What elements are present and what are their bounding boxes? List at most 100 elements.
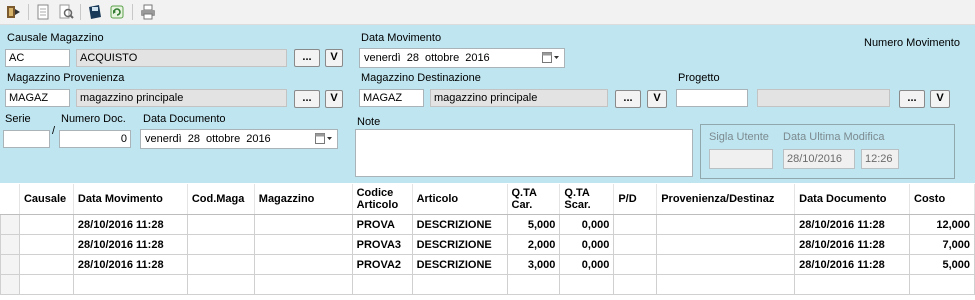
table-cell[interactable] [18,254,74,275]
table-cell[interactable] [506,274,561,295]
table-row[interactable]: 28/10/2016 11:28 PROVA3 DESCRIZIONE 2,000 0,… [0,234,975,255]
col-header-pd[interactable]: P/D [613,184,658,215]
table-row[interactable]: 28/10/2016 11:28 PROVA2 DESCRIZIONE 3,000 0,… [0,254,975,275]
progetto-code-input[interactable] [676,89,748,107]
table-cell[interactable]: 12,000 [909,214,975,235]
col-header-magazzino[interactable]: Magazzino [254,184,353,215]
table-cell[interactable] [613,234,658,255]
refresh-icon[interactable] [108,3,126,21]
table-cell[interactable] [559,274,615,295]
table-cell[interactable] [794,274,911,295]
table-cell[interactable] [656,254,796,275]
table-cell[interactable] [72,274,188,295]
table-cell[interactable] [411,274,508,295]
calendar-dropdown-icon[interactable] [315,133,333,145]
table-cell[interactable]: DESCRIZIONE [411,214,508,235]
progetto-validate-button[interactable]: V [930,90,950,108]
magazzino-provenienza-validate-button[interactable]: V [325,90,343,108]
row-header[interactable] [0,234,20,255]
table-cell[interactable] [18,274,74,295]
table-cell[interactable]: 5,000 [506,214,561,235]
causale-code-input[interactable]: AC [5,49,70,67]
table-cell[interactable] [656,234,796,255]
movement-form: Causale Magazzino AC ACQUISTO ... V Data… [0,25,975,183]
causale-validate-button[interactable]: V [325,49,343,67]
table-cell[interactable]: 28/10/2016 11:28 [794,234,911,255]
note-textarea[interactable] [355,129,693,177]
col-header-qta-scar[interactable]: Q.TA Scar. [559,184,615,215]
table-cell[interactable]: 0,000 [559,214,615,235]
exit-icon[interactable] [5,3,23,21]
table-cell[interactable]: 28/10/2016 11:28 [794,214,911,235]
table-cell[interactable] [909,274,975,295]
table-cell[interactable]: 28/10/2016 11:28 [794,254,911,275]
table-cell[interactable] [253,214,353,235]
table-cell[interactable]: PROVA3 [351,234,413,255]
table-cell[interactable] [186,234,255,255]
table-cell[interactable]: PROVA2 [351,254,413,275]
data-movimento-picker[interactable]: venerdì 28 ottobre 2016 [359,48,565,68]
progetto-label: Progetto [678,72,720,84]
table-cell[interactable] [656,274,796,295]
table-cell[interactable] [613,254,658,275]
table-cell[interactable]: 0,000 [559,234,615,255]
new-document-icon[interactable] [34,3,52,21]
row-header[interactable] [0,254,20,275]
calendar-dropdown-icon[interactable] [542,52,560,64]
col-header-cod-maga[interactable]: Cod.Maga [187,184,255,215]
table-cell[interactable] [186,214,255,235]
col-header-codice-articolo[interactable]: Codice Articolo [352,184,413,215]
magazzino-provenienza-code-input[interactable]: MAGAZ [5,89,70,107]
table-cell[interactable]: PROVA [351,214,413,235]
data-documento-day: 28 [187,133,200,145]
table-cell[interactable] [656,214,796,235]
table-cell[interactable]: DESCRIZIONE [411,234,508,255]
table-row[interactable] [0,274,975,295]
sigla-utente-field [709,149,773,169]
table-cell[interactable] [613,274,658,295]
col-header-causale[interactable]: Causale [19,184,74,215]
table-cell[interactable] [253,274,353,295]
search-document-icon[interactable] [57,3,75,21]
table-row[interactable]: 28/10/2016 11:28 PROVA DESCRIZIONE 5,000 0,0… [0,214,975,235]
serie-label: Serie [5,113,31,125]
numero-doc-input[interactable]: 0 [59,130,131,148]
table-cell[interactable] [253,234,353,255]
magazzino-provenienza-browse-button[interactable]: ... [294,90,320,108]
magazzino-destinazione-validate-button[interactable]: V [647,90,667,108]
print-icon[interactable] [139,3,157,21]
save-icon[interactable] [86,3,104,21]
col-header-costo[interactable]: Costo [909,184,975,215]
table-cell[interactable]: 3,000 [506,254,561,275]
table-cell[interactable] [613,214,658,235]
col-header-data-movimento[interactable]: Data Movimento [73,184,188,215]
table-cell[interactable] [186,274,255,295]
table-cell[interactable]: 28/10/2016 11:28 [72,254,188,275]
table-cell[interactable]: 28/10/2016 11:28 [72,234,188,255]
col-header-qta-car[interactable]: Q.TA Car. [507,184,561,215]
progetto-browse-button[interactable]: ... [899,90,925,108]
data-documento-picker[interactable]: venerdì 28 ottobre 2016 [140,129,338,149]
magazzino-provenienza-label: Magazzino Provenienza [7,72,125,84]
magazzino-destinazione-browse-button[interactable]: ... [615,90,641,108]
magazzino-destinazione-code-input[interactable]: MAGAZ [359,89,424,107]
table-cell[interactable] [253,254,353,275]
row-header[interactable] [0,274,20,295]
table-cell[interactable]: 5,000 [909,254,975,275]
col-header-data-documento[interactable]: Data Documento [794,184,911,215]
col-header-articolo[interactable]: Articolo [412,184,508,215]
table-cell[interactable]: 28/10/2016 11:28 [72,214,188,235]
table-cell[interactable] [18,234,74,255]
table-cell[interactable] [18,214,74,235]
table-cell[interactable]: DESCRIZIONE [411,254,508,275]
table-cell[interactable]: 0,000 [559,254,615,275]
table-cell[interactable] [186,254,255,275]
row-header[interactable] [0,214,20,235]
table-cell[interactable]: 2,000 [506,234,561,255]
table-cell[interactable] [351,274,413,295]
serie-input[interactable] [3,130,50,148]
causale-browse-button[interactable]: ... [294,49,320,67]
table-cell[interactable]: 7,000 [909,234,975,255]
col-header-provenienza-destinaz[interactable]: Provenienza/Destinaz [656,184,796,215]
row-header-corner [0,184,20,215]
